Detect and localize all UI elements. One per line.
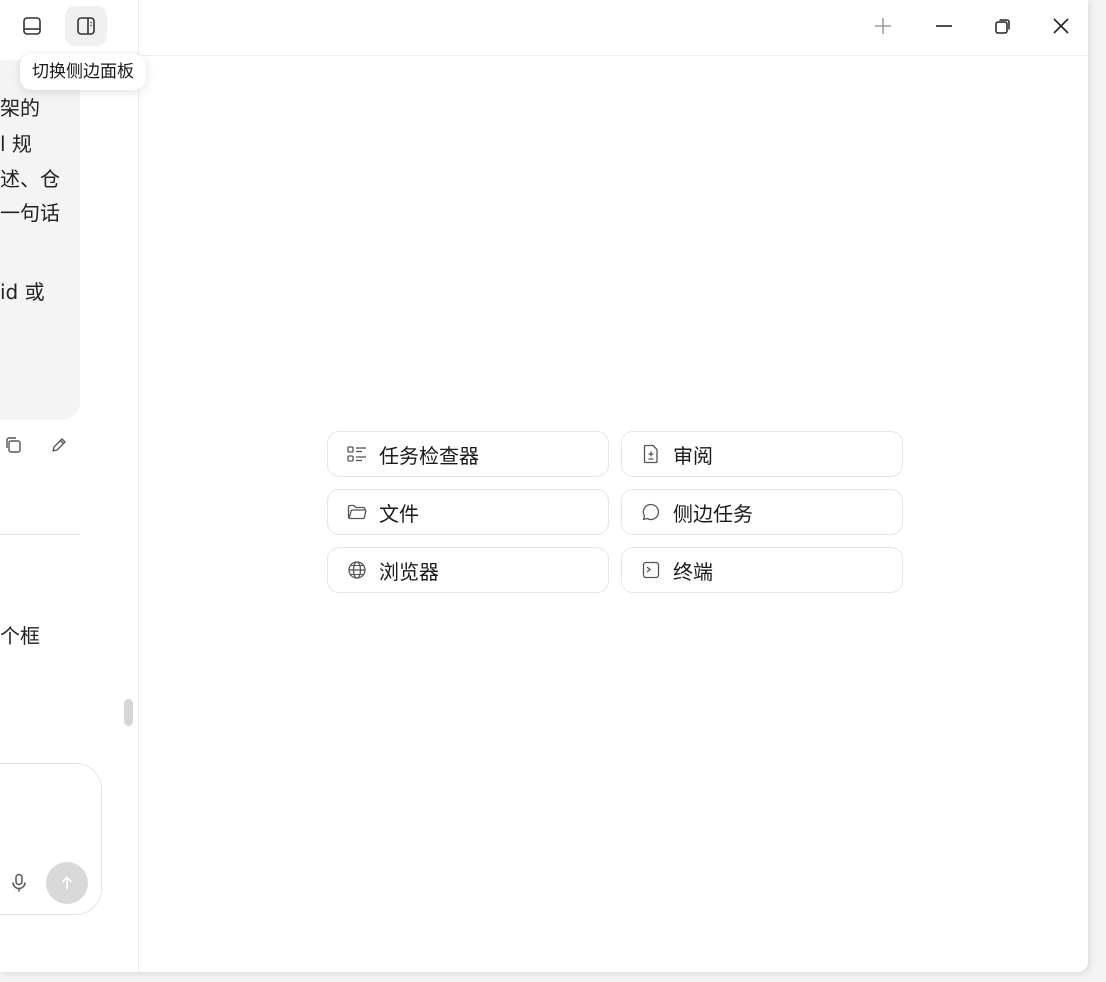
browser-button[interactable]: 浏览器	[327, 547, 609, 593]
files-button[interactable]: 文件	[327, 489, 609, 535]
task-inspector-button[interactable]: 任务检查器	[327, 431, 609, 477]
plus-icon	[875, 18, 891, 34]
globe-icon	[346, 559, 368, 581]
action-label: 文件	[379, 501, 419, 526]
message-text-line: id 或	[0, 280, 45, 304]
action-label: 浏览器	[379, 559, 439, 584]
copy-icon	[6, 437, 21, 453]
new-tab-button[interactable]	[865, 8, 901, 44]
message-text-line: 一句话	[0, 201, 60, 225]
action-label: 终端	[673, 559, 713, 584]
minimize-icon	[936, 25, 952, 27]
message-text-line: l 规	[0, 132, 32, 156]
tooltip: 切换侧边面板	[20, 54, 146, 90]
restore-button[interactable]	[985, 8, 1021, 44]
scrollbar-thumb[interactable]	[124, 699, 133, 726]
side-panel: 任务检查器 审阅 文件 侧边任务 浏览器 终端	[139, 0, 1088, 972]
edit-button[interactable]	[48, 434, 70, 456]
minimize-button[interactable]	[926, 8, 962, 44]
close-button[interactable]	[1043, 8, 1079, 44]
action-label: 侧边任务	[673, 501, 753, 526]
terminal-icon	[640, 559, 662, 581]
copy-button[interactable]	[2, 434, 24, 456]
message-text-line: 架的	[0, 96, 40, 120]
folder-icon	[346, 501, 368, 523]
app-window: 架的 l 规 述、仓 一句话 id 或 个框 切换侧边面板 任务检查器 审阅 文…	[0, 0, 1088, 972]
restore-icon	[995, 19, 1010, 34]
review-button[interactable]: 审阅	[621, 431, 903, 477]
action-label: 任务检查器	[379, 443, 479, 468]
send-button[interactable]	[46, 862, 88, 904]
terminal-button[interactable]: 终端	[621, 547, 903, 593]
side-task-button[interactable]: 侧边任务	[621, 489, 903, 535]
file-diff-icon	[640, 443, 662, 465]
list-checks-icon	[346, 443, 368, 465]
panel-actions-grid: 任务检查器 审阅 文件 侧边任务 浏览器 终端	[327, 431, 903, 593]
microphone-icon	[12, 873, 26, 892]
close-icon	[1053, 18, 1069, 34]
chat-pane: 架的 l 规 述、仓 一句话 id 或 个框	[0, 0, 139, 972]
message-text-line: 个框	[0, 624, 40, 648]
pencil-icon	[52, 438, 66, 452]
voice-input-button[interactable]	[8, 872, 30, 894]
side-panel-icon	[77, 17, 95, 35]
chat-bubble-icon	[640, 501, 662, 523]
bottom-panel-icon	[23, 17, 41, 35]
message-divider	[0, 534, 80, 535]
arrow-up-icon	[61, 876, 73, 889]
toggle-bottom-panel-button[interactable]	[11, 6, 53, 46]
message-text-line: 述、仓	[0, 167, 60, 191]
action-label: 审阅	[673, 443, 713, 468]
header-divider	[139, 55, 1088, 56]
toggle-side-panel-button[interactable]	[65, 6, 107, 46]
